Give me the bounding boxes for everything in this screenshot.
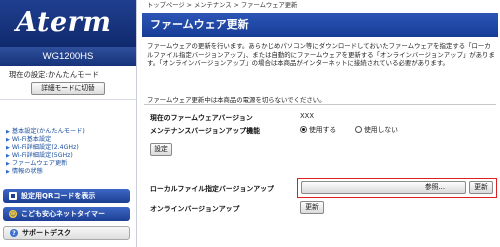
breadcrumb: トップページ > メンテナンス > ファームウェア更新 bbox=[138, 0, 500, 11]
local-update-button[interactable]: 更新 bbox=[469, 181, 493, 194]
bullet-icon: ▶ bbox=[6, 129, 10, 135]
current-mode-label: 現在の設定:かんたんモード bbox=[9, 70, 100, 79]
online-update-label: オンラインバージョンアップ bbox=[150, 205, 240, 213]
sidebar-item-status[interactable]: ▶ 情報の状態 bbox=[6, 168, 85, 176]
aterm-logo: Aterm bbox=[16, 7, 112, 38]
page-title: ファームウェア更新 bbox=[142, 13, 498, 37]
sidebar: Aterm WG1200HS 現在の設定:かんたんモード 詳細モードに切替 ▶ 基… bbox=[0, 0, 137, 247]
breadcrumb-current: ファームウェア更新 bbox=[240, 2, 298, 9]
maintenance-nouse-radio[interactable]: 使用しない bbox=[355, 124, 398, 134]
radio-unselected-icon bbox=[355, 125, 362, 133]
kids-timer-button[interactable]: ☺ こども安心ネットタイマー bbox=[3, 207, 130, 221]
bullet-icon: ▶ bbox=[6, 153, 10, 160]
warning-text: ファームウェア更新中は本商品の電源を切らないでください。 bbox=[147, 96, 326, 104]
bullet-icon: ▶ bbox=[6, 161, 10, 168]
bullet-icon: ▶ bbox=[6, 145, 10, 152]
support-icon: ? bbox=[10, 229, 18, 237]
browse-file-button[interactable]: 参照... bbox=[301, 181, 466, 194]
switch-detail-mode-button[interactable]: 詳細モードに切替 bbox=[31, 82, 105, 95]
sidebar-nav: ▶ 基本設定(かんたんモード) ▶ Wi-Fi基本設定 ▶ Wi-Fi詳細設定(2.4… bbox=[6, 128, 85, 177]
settings-button[interactable]: 設定 bbox=[150, 143, 172, 156]
brand-header: Aterm bbox=[0, 0, 136, 47]
mode-panel: 現在の設定:かんたんモード 詳細モードに切替 bbox=[0, 66, 136, 100]
firmware-version-value: XXX bbox=[300, 112, 314, 120]
description-text: ファームウェアの更新を行います。あらかじめパソコン等にダウンロードしておいたファ… bbox=[147, 42, 495, 68]
main-content: トップページ > メンテナンス > ファームウェア更新 ファームウェア更新 ファームウェ… bbox=[138, 0, 500, 247]
support-desk-button[interactable]: ? サポートデスク bbox=[3, 226, 130, 240]
model-name: WG1200HS bbox=[0, 47, 136, 66]
bullet-icon: ▶ bbox=[6, 137, 10, 144]
kids-icon: ☺ bbox=[9, 210, 17, 218]
breadcrumb-separator: > bbox=[233, 2, 239, 9]
bullet-icon: ▶ bbox=[6, 169, 10, 176]
sidebar-item-wifi-basic[interactable]: ▶ Wi-Fi基本設定 bbox=[6, 136, 85, 144]
firmware-version-label: 現在のファームウェアバージョン bbox=[150, 114, 253, 122]
radio-selected-icon bbox=[300, 125, 307, 133]
breadcrumb-top[interactable]: トップページ bbox=[147, 2, 185, 9]
maintenance-function-label: メンテナンスバージョンアップ機能 bbox=[150, 127, 260, 135]
breadcrumb-maintenance[interactable]: メンテナンス bbox=[194, 2, 232, 9]
qr-code-button[interactable]: 設定用QRコードを表示 bbox=[3, 189, 130, 203]
maintenance-use-radio[interactable]: 使用する bbox=[300, 124, 336, 134]
sidebar-item-basic[interactable]: ▶ 基本設定(かんたんモード) bbox=[6, 128, 85, 136]
breadcrumb-separator: > bbox=[186, 2, 192, 9]
online-update-button[interactable]: 更新 bbox=[300, 201, 324, 214]
divider bbox=[144, 104, 496, 105]
qr-icon bbox=[9, 192, 17, 200]
local-update-label: ローカルファイル指定バージョンアップ bbox=[150, 185, 274, 193]
